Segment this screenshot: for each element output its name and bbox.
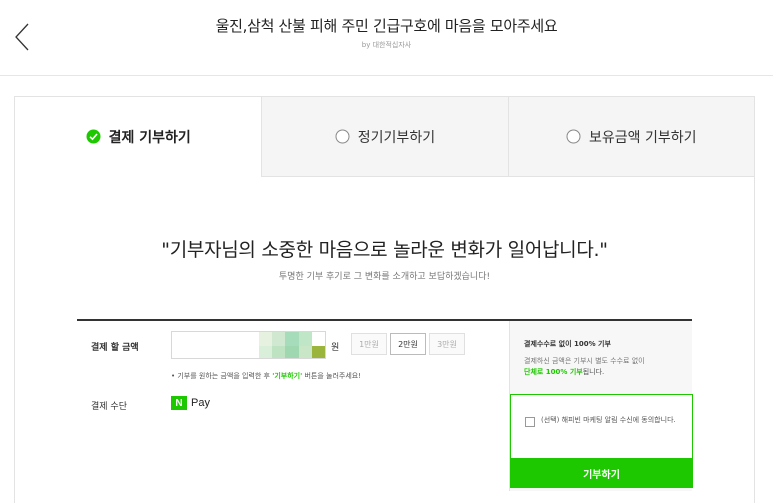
summary-desc: 결제하신 금액은 기부시 별도 수수료 없이 <box>524 357 645 365</box>
pay-text: Pay <box>191 397 210 409</box>
hint-suffix: 버튼을 눌러주세요! <box>302 372 362 380</box>
summary-desc-2: 단체로 100% 기부됩니다. <box>524 367 604 377</box>
summary-suffix: 됩니다. <box>582 368 605 376</box>
consent-text: (선택) 해피빈 마케팅 알림 수신에 동의합니다. <box>541 416 676 424</box>
page-title: 울진,삼척 산불 피해 주민 긴급구호에 마음을 모아주세요 <box>215 17 558 35</box>
summary-title: 결제수수료 없이 100% 기부 <box>524 340 611 348</box>
summary-highlight: 단체로 100% 기부 <box>524 368 583 376</box>
marketing-consent-checkbox[interactable] <box>525 417 535 427</box>
mosaic-cell <box>311 332 325 346</box>
mosaic-cell <box>298 332 312 346</box>
mosaic-cell <box>285 346 299 358</box>
tab-regular-donation[interactable]: 정기기부하기 <box>261 97 508 177</box>
hint-highlight: '기부하기' <box>272 372 303 380</box>
payment-method-label: 결제 수단 <box>91 402 127 412</box>
preset-20000-button[interactable]: 2만원 <box>390 333 426 355</box>
preset-10000-button[interactable]: 1만원 <box>351 333 387 355</box>
organization-byline: by 대한적십자사 <box>361 41 412 49</box>
tab-label: 결제 기부하기 <box>108 129 191 146</box>
payment-form: 결제 할 금액 원 1만원 2만원 3만원 • 기부를 원하는 금액을 입력한 … <box>77 319 693 491</box>
amount-hint: • 기부를 원하는 금액을 입력한 후 '기부하기' 버튼을 눌러주세요! <box>171 371 361 381</box>
check-circle-icon <box>86 129 101 144</box>
donation-summary: 결제수수료 없이 100% 기부 결제하신 금액은 기부시 별도 수수료 없이 … <box>509 321 693 491</box>
amount-label: 결제 할 금액 <box>91 343 139 353</box>
mosaic-cell <box>259 332 273 346</box>
mosaic-cell <box>272 332 286 346</box>
blurred-amount-value <box>259 332 325 358</box>
naver-n-icon: N <box>171 396 187 410</box>
mosaic-cell <box>259 346 273 358</box>
marketing-consent: (선택) 해피빈 마케팅 알림 수신에 동의합니다. <box>510 394 693 458</box>
tab-label: 보유금액 기부하기 <box>588 129 697 146</box>
naver-pay-option[interactable]: N Pay <box>171 396 210 410</box>
mosaic-cell <box>311 346 325 358</box>
tab-payment-donation[interactable]: 결제 기부하기 <box>15 97 262 177</box>
mosaic-cell <box>298 346 312 358</box>
headline-sub: 투명한 기부 후기로 그 변화를 소개하고 보답하겠습니다! <box>278 272 491 282</box>
headline-quote: "기부자님의 소중한 마음으로 놀라운 변화가 일어납니다." <box>161 239 608 261</box>
amount-presets: 1만원 2만원 3만원 <box>351 333 465 355</box>
currency-unit: 원 <box>331 343 340 353</box>
mosaic-cell <box>285 332 299 346</box>
donate-button[interactable]: 기부하기 <box>510 458 693 488</box>
donation-tabs: 결제 기부하기 정기기부하기 보유금액 기부하기 <box>15 97 754 177</box>
hint-prefix: • 기부를 원하는 금액을 입력한 후 <box>171 372 273 380</box>
radio-circle-icon <box>335 129 350 144</box>
tab-balance-donation[interactable]: 보유금액 기부하기 <box>507 97 754 177</box>
amount-input[interactable] <box>171 331 326 359</box>
preset-30000-button[interactable]: 3만원 <box>429 333 465 355</box>
tab-label: 정기기부하기 <box>357 129 436 146</box>
top-bar: 울진,삼척 산불 피해 주민 긴급구호에 마음을 모아주세요 by 대한적십자사 <box>0 0 773 76</box>
mosaic-cell <box>272 346 286 358</box>
radio-circle-icon <box>566 129 581 144</box>
donation-panel: 결제 기부하기 정기기부하기 보유금액 기부하기 "기부자님의 소중한 마음으로… <box>14 96 755 503</box>
